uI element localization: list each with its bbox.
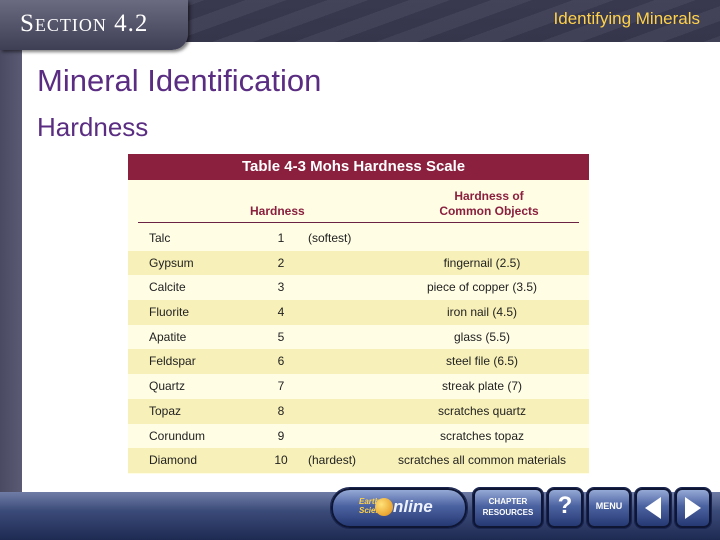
mineral-name: Diamond <box>149 453 198 468</box>
hardness-note: (hardest) <box>308 453 357 468</box>
mineral-name: Corundum <box>149 428 206 443</box>
table-row: Talc 1 (softest) <box>128 226 589 251</box>
arrow-left-icon <box>645 497 661 519</box>
hardness-value: 6 <box>277 354 285 369</box>
mineral-name: Quartz <box>149 379 186 394</box>
globe-icon <box>375 498 393 516</box>
next-button[interactable] <box>674 487 712 529</box>
table-row: Quartz 7 streak plate (7) <box>128 374 589 399</box>
table-row: Gypsum 2 fingernail (2.5) <box>128 250 589 276</box>
table-row: Diamond 10 (hardest) scratches all commo… <box>128 448 589 473</box>
hardness-value: 1 <box>277 231 285 245</box>
chapter-resources-label: CHAPTER RESOURCES <box>473 496 543 518</box>
hardness-value: 9 <box>277 428 285 443</box>
column-header-objects: Hardness of Common Objects <box>414 189 564 219</box>
mineral-name: Feldspar <box>149 354 196 369</box>
table-row: Feldspar 6 steel file (6.5) <box>128 349 589 375</box>
navigation-bar: Earth Science nline CHAPTER RESOURCES ? … <box>330 487 714 531</box>
column-header-objects-line2: Common Objects <box>439 204 539 218</box>
resources-label: RESOURCES <box>482 508 534 517</box>
table-row: Apatite 5 glass (5.5) <box>128 325 589 350</box>
online-label: nline <box>393 497 433 516</box>
column-header-hardness: Hardness <box>250 204 305 218</box>
arrow-right-icon <box>685 497 701 519</box>
mineral-name: Topaz <box>149 403 182 418</box>
page-title: Identifying Minerals <box>553 9 700 28</box>
menu-button[interactable]: MENU <box>586 487 632 529</box>
table-row: Topaz 8 scratches quartz <box>128 398 589 424</box>
mineral-name: Gypsum <box>149 255 194 270</box>
chapter-resources-button[interactable]: CHAPTER RESOURCES <box>472 487 544 529</box>
menu-label: MENU <box>595 501 623 511</box>
section-tab: Section 4.2 <box>0 0 188 50</box>
hardness-value: 8 <box>277 403 285 418</box>
hardness-value: 10 <box>274 453 288 468</box>
section-label: Section 4.2 <box>20 10 149 37</box>
earth-science-online-button[interactable]: Earth Science nline <box>330 487 468 529</box>
hardness-note: (softest) <box>308 231 352 245</box>
hardness-value: 5 <box>277 329 285 344</box>
previous-button[interactable] <box>634 487 672 529</box>
table-row: Corundum 9 scratches topaz <box>128 424 589 449</box>
table-title: Table 4-3 Mohs Hardness Scale <box>128 154 589 180</box>
column-header-objects-line1: Hardness of <box>454 189 524 203</box>
mineral-name: Talc <box>149 231 171 245</box>
table-row: Calcite 3 piece of copper (3.5) <box>128 275 589 300</box>
common-object: scratches topaz <box>439 428 525 443</box>
table-header: Hardness Hardness of Common Objects <box>138 180 579 223</box>
chapter-label: CHAPTER <box>488 497 528 506</box>
slide-heading: Mineral Identification <box>37 63 322 98</box>
question-mark-icon: ? <box>557 492 573 519</box>
common-object: scratches all common materials <box>397 453 567 468</box>
common-object: scratches quartz <box>437 403 527 418</box>
common-object: steel file (6.5) <box>445 354 519 369</box>
mineral-name: Calcite <box>149 280 186 295</box>
slide-subheading: Hardness <box>37 112 149 142</box>
common-object: streak plate (7) <box>441 379 523 394</box>
common-object: fingernail (2.5) <box>443 255 521 270</box>
help-button[interactable]: ? <box>546 487 584 529</box>
mineral-name: Fluorite <box>149 305 190 320</box>
table-row: Fluorite 4 iron nail (4.5) <box>128 300 589 325</box>
left-frame <box>0 42 22 492</box>
hardness-table: Table 4-3 Mohs Hardness Scale Hardness H… <box>128 154 589 474</box>
common-object: piece of copper (3.5) <box>426 280 538 295</box>
hardness-value: 7 <box>277 379 285 394</box>
hardness-value: 4 <box>277 305 285 320</box>
hardness-value: 2 <box>277 255 285 270</box>
mineral-name: Apatite <box>149 329 187 344</box>
common-object: glass (5.5) <box>453 329 511 344</box>
common-object: iron nail (4.5) <box>446 305 518 320</box>
table-body: Talc 1 (softest) Gypsum 2 fingernail (2.… <box>128 226 589 473</box>
hardness-value: 3 <box>277 280 285 295</box>
